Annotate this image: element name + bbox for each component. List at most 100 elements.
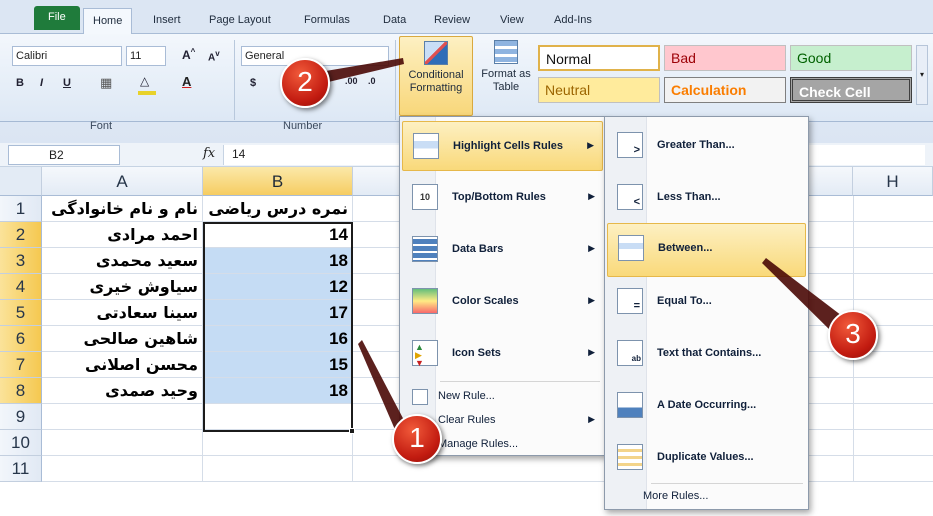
tab-page-layout[interactable]: Page Layout	[200, 8, 280, 34]
tab-view[interactable]: View	[491, 8, 533, 34]
format-as-table-button[interactable]: Format as Table	[476, 36, 536, 116]
row-header[interactable]: 8	[0, 378, 42, 404]
menu-item-more-rules[interactable]: More Rules...	[607, 485, 806, 509]
menu-item-duplicate-values[interactable]: Duplicate Values...	[607, 433, 806, 483]
cell-name[interactable]: شاهین صالحی	[42, 326, 203, 352]
menu-item-a-date-occurring[interactable]: A Date Occurring...	[607, 381, 806, 431]
style-bad[interactable]: Bad	[664, 45, 786, 71]
row-header[interactable]: 11	[0, 456, 42, 482]
cell-score[interactable]: 18	[203, 248, 353, 274]
row-header[interactable]: 10	[0, 430, 42, 456]
tab-home[interactable]: Home	[83, 8, 133, 35]
menu-item-data-bars[interactable]: Data Bars ▶	[402, 225, 603, 275]
column-header-h[interactable]: H	[853, 167, 933, 196]
highlight-cells-icon	[413, 133, 439, 159]
menu-item-new-rule[interactable]: New Rule...	[402, 385, 603, 409]
menu-item-icon-sets[interactable]: ▲ ▶ ▼ Icon Sets ▶	[402, 329, 603, 379]
cell-empty[interactable]	[203, 456, 353, 482]
cell-empty[interactable]	[42, 430, 203, 456]
menu-item-greater-than[interactable]: > Greater Than...	[607, 121, 806, 171]
conditional-formatting-button[interactable]: Conditional Formatting	[399, 36, 473, 116]
row-header[interactable]: 1	[0, 196, 42, 222]
font-size-dropdown[interactable]: 11	[126, 46, 166, 66]
menu-item-label: Duplicate Values...	[657, 451, 754, 463]
cell-empty[interactable]	[42, 404, 203, 430]
menu-item-between[interactable]: Between...	[607, 223, 806, 277]
cell-name[interactable]: احمد مرادی	[42, 222, 203, 248]
style-calculation[interactable]: Calculation	[664, 77, 786, 103]
cell-score[interactable]: 17	[203, 300, 353, 326]
fill-color-icon[interactable]	[138, 91, 156, 95]
menu-item-color-scales[interactable]: Color Scales ▶	[402, 277, 603, 327]
row-header[interactable]: 4	[0, 274, 42, 300]
tab-insert[interactable]: Insert	[144, 8, 190, 34]
format-table-icon	[494, 40, 518, 64]
underline-icon[interactable]: U	[63, 77, 71, 89]
menu-item-label: Manage Rules...	[438, 438, 519, 450]
cell-empty[interactable]	[42, 456, 203, 482]
style-check-cell[interactable]: Check Cell	[790, 77, 912, 103]
currency-icon[interactable]: $	[250, 77, 256, 89]
borders-icon[interactable]: ▦	[100, 75, 112, 91]
row-header[interactable]: 7	[0, 352, 42, 378]
cell-b1[interactable]: نمره درس ریاضی	[203, 196, 353, 222]
tab-file[interactable]: File	[34, 6, 80, 30]
cell-score[interactable]: 12	[203, 274, 353, 300]
bold-icon[interactable]: B	[16, 77, 24, 89]
row-header[interactable]: 3	[0, 248, 42, 274]
menu-separator	[651, 483, 803, 484]
increase-decimal-icon[interactable]: .00	[345, 76, 358, 86]
submenu-arrow-icon: ▶	[588, 414, 595, 424]
styles-gallery-scroll[interactable]: ▾	[916, 45, 928, 105]
new-rule-icon	[412, 389, 428, 405]
cell-empty[interactable]	[203, 404, 353, 430]
menu-item-label: A Date Occurring...	[657, 399, 757, 411]
column-header-a[interactable]: A	[42, 167, 203, 196]
paint-bucket-icon: △	[140, 74, 150, 88]
tab-review[interactable]: Review	[425, 8, 479, 34]
insert-function-icon[interactable]: fx	[203, 146, 215, 161]
style-normal[interactable]: Normal	[538, 45, 660, 71]
menu-item-label: Data Bars	[452, 243, 504, 255]
name-box[interactable]: B2	[8, 145, 120, 165]
menu-item-top-bottom-rules[interactable]: 10 Top/Bottom Rules ▶	[402, 173, 603, 223]
italic-icon[interactable]: I	[40, 77, 43, 89]
font-name-dropdown[interactable]: Calibri	[12, 46, 122, 66]
cell-name[interactable]: سعید محمدی	[42, 248, 203, 274]
fill-handle[interactable]	[349, 428, 355, 434]
grow-font-icon[interactable]: A^	[182, 47, 195, 62]
callout-badge-1: 1	[392, 414, 442, 464]
cell-empty[interactable]	[203, 430, 353, 456]
menu-item-label: Clear Rules	[438, 414, 496, 426]
menu-item-equal-to[interactable]: = Equal To...	[607, 277, 806, 327]
style-good[interactable]: Good	[790, 45, 912, 71]
tab-data[interactable]: Data	[374, 8, 415, 34]
ribbon-tab-bar: File Home Insert Page Layout Formulas Da…	[0, 0, 933, 35]
tab-formulas[interactable]: Formulas	[295, 8, 359, 34]
font-color-icon[interactable]: A	[182, 74, 191, 89]
cell-score-active[interactable]: 14	[203, 222, 353, 248]
cell-score[interactable]: 15	[203, 352, 353, 378]
data-bars-icon	[412, 236, 438, 262]
cell-name[interactable]: محسن اصلانی	[42, 352, 203, 378]
decrease-decimal-icon[interactable]: .0	[368, 76, 376, 86]
row-header[interactable]: 9	[0, 404, 42, 430]
shrink-font-icon[interactable]: Av	[208, 49, 220, 63]
cell-name[interactable]: سیاوش خیری	[42, 274, 203, 300]
cell-name[interactable]: سینا سعادتی	[42, 300, 203, 326]
cell-score[interactable]: 18	[203, 378, 353, 404]
cell-name[interactable]: وحید صمدی	[42, 378, 203, 404]
group-label-font: Font	[90, 120, 113, 132]
row-header[interactable]: 6	[0, 326, 42, 352]
menu-item-highlight-cells-rules[interactable]: Highlight Cells Rules ▶	[402, 121, 603, 171]
menu-item-less-than[interactable]: < Less Than...	[607, 173, 806, 223]
style-neutral[interactable]: Neutral	[538, 77, 660, 103]
menu-item-text-that-contains[interactable]: ab Text that Contains...	[607, 329, 806, 379]
tab-add-ins[interactable]: Add-Ins	[545, 8, 601, 34]
select-all-corner[interactable]	[0, 167, 42, 196]
row-header[interactable]: 5	[0, 300, 42, 326]
cell-a1[interactable]: نام و نام خانوادگی	[42, 196, 203, 222]
cell-score[interactable]: 16	[203, 326, 353, 352]
column-header-b[interactable]: B	[203, 167, 353, 196]
row-header[interactable]: 2	[0, 222, 42, 248]
